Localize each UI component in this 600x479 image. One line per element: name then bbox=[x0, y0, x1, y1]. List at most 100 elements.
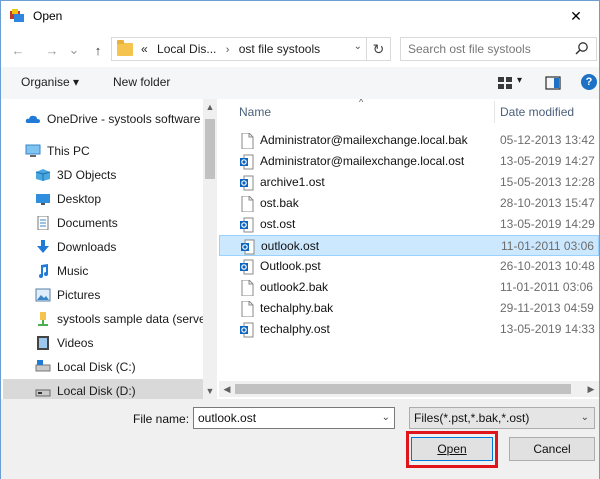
help-icon: ? bbox=[585, 76, 593, 88]
file-date-modified: 05-12-2013 13:42 bbox=[500, 133, 595, 147]
breadcrumb-separator-icon[interactable]: › bbox=[226, 44, 230, 56]
dialog-footer: File name: outlook.ost ⌄ Files(*.pst,*.b… bbox=[1, 399, 599, 479]
sidebar-item-label: Desktop bbox=[57, 192, 102, 206]
scroll-left-icon[interactable]: ◀ bbox=[219, 381, 235, 397]
breadcrumb-item[interactable]: Local Dis... bbox=[157, 42, 216, 56]
file-row[interactable]: Administrator@mailexchange.local.ost 13-0… bbox=[219, 151, 599, 172]
up-button[interactable]: ↑ bbox=[87, 39, 109, 61]
organise-menu-button[interactable]: Organise ▾ bbox=[21, 75, 79, 89]
sidebar-item-local-disk-c[interactable]: Local Disk (C:) bbox=[3, 355, 203, 379]
column-divider[interactable] bbox=[494, 101, 495, 123]
file-icon bbox=[241, 280, 254, 296]
sidebar-item-desktop[interactable]: Desktop bbox=[3, 187, 203, 211]
file-row[interactable]: techalphy.ost 13-05-2019 14:33 bbox=[219, 319, 599, 340]
forward-arrow-icon: → bbox=[45, 42, 59, 58]
download-icon bbox=[37, 240, 49, 253]
file-name-field[interactable]: outlook.ost ⌄ bbox=[193, 407, 395, 429]
preview-pane-icon[interactable] bbox=[545, 75, 561, 91]
outlook-file-icon bbox=[240, 217, 254, 233]
sidebar-item-music[interactable]: Music bbox=[3, 259, 203, 283]
file-type-value: Files(*.pst,*.bak,*.ost) bbox=[414, 411, 530, 425]
cube-icon bbox=[35, 169, 51, 181]
file-row[interactable]: ost.ost 13-05-2019 14:29 bbox=[219, 214, 599, 235]
sidebar-item-documents[interactable]: Documents bbox=[3, 211, 203, 235]
file-name: techalphy.bak bbox=[260, 301, 334, 315]
file-icon bbox=[241, 196, 254, 212]
sidebar-item-pictures[interactable]: Pictures bbox=[3, 283, 203, 307]
help-button[interactable]: ? bbox=[581, 74, 597, 90]
file-name: archive1.ost bbox=[260, 175, 325, 189]
address-bar[interactable]: « Local Dis... › ost file systools ⌄ ↻ bbox=[111, 37, 391, 61]
computer-icon bbox=[25, 144, 41, 157]
column-header-label: Name bbox=[239, 105, 272, 119]
sidebar-item-onedrive[interactable]: OneDrive - systools software bbox=[3, 107, 203, 131]
sidebar-item-label: systools sample data (serve bbox=[57, 312, 206, 326]
file-icon bbox=[241, 301, 254, 317]
breadcrumb-overflow[interactable]: « bbox=[141, 42, 148, 56]
column-header-name[interactable]: Name bbox=[239, 99, 493, 125]
file-list-horizontal-scrollbar[interactable]: ◀ ▶ bbox=[219, 381, 599, 397]
refresh-button[interactable]: ↻ bbox=[366, 38, 390, 60]
scroll-up-icon[interactable]: ▲ bbox=[203, 99, 217, 115]
outlook-file-icon bbox=[241, 239, 255, 255]
sidebar-item-label: Documents bbox=[57, 216, 118, 230]
forward-button[interactable]: → bbox=[41, 39, 63, 61]
search-input[interactable]: Search ost file systools bbox=[400, 37, 597, 61]
desktop-icon bbox=[36, 194, 50, 205]
file-name: Administrator@mailexchange.local.ost bbox=[260, 154, 465, 168]
sidebar-scrollbar-thumb[interactable] bbox=[205, 119, 215, 179]
documents-icon bbox=[37, 216, 49, 230]
sidebar-item-downloads[interactable]: Downloads bbox=[3, 235, 203, 259]
address-dropdown-icon[interactable]: ⌄ bbox=[354, 41, 362, 52]
outlook-file-icon bbox=[240, 175, 254, 191]
file-row[interactable]: archive1.ost 15-05-2013 12:28 bbox=[219, 172, 599, 193]
file-name: ost.bak bbox=[260, 196, 299, 210]
network-drive-icon bbox=[38, 312, 48, 326]
cloud-icon bbox=[25, 115, 40, 123]
cancel-button[interactable]: Cancel bbox=[509, 437, 595, 461]
file-row[interactable]: outlook.ost 11-01-2011 03:06 bbox=[219, 235, 599, 256]
chevron-down-icon[interactable]: ⌄ bbox=[382, 412, 390, 423]
music-icon bbox=[39, 264, 48, 278]
title-bar: Open ✕ bbox=[1, 1, 599, 31]
sidebar-item-label: Videos bbox=[57, 336, 94, 350]
horizontal-scrollbar-thumb[interactable] bbox=[235, 384, 571, 394]
breadcrumb-item[interactable]: ost file systools bbox=[239, 42, 320, 56]
file-date-modified: 26-10-2013 10:48 bbox=[500, 259, 595, 273]
view-options-dropdown-icon[interactable]: ▾ bbox=[517, 75, 522, 86]
open-button-highlight bbox=[406, 431, 498, 468]
sidebar-item-this-pc[interactable]: This PC bbox=[3, 139, 203, 163]
outlook-file-icon bbox=[240, 322, 254, 338]
file-row[interactable]: Outlook.pst 26-10-2013 10:48 bbox=[219, 256, 599, 277]
back-button[interactable]: ← bbox=[7, 39, 29, 61]
scroll-down-icon[interactable]: ▼ bbox=[203, 383, 217, 399]
scroll-right-icon[interactable]: ▶ bbox=[583, 381, 599, 397]
file-row[interactable]: techalphy.bak 29-11-2013 04:59 bbox=[219, 298, 599, 319]
sidebar-item-3d-objects[interactable]: 3D Objects bbox=[3, 163, 203, 187]
file-name: Outlook.pst bbox=[260, 259, 321, 273]
chevron-down-icon: ⌄ bbox=[68, 42, 80, 57]
file-row[interactable]: ost.bak 28-10-2013 15:47 bbox=[219, 193, 599, 214]
app-icon bbox=[10, 9, 24, 22]
sidebar-item-local-disk-d[interactable]: Local Disk (D:) bbox=[3, 379, 203, 399]
drive-icon bbox=[35, 360, 51, 372]
pictures-icon bbox=[35, 288, 51, 302]
up-arrow-icon: ↑ bbox=[94, 42, 102, 58]
column-header-label: Date modified bbox=[500, 105, 575, 119]
file-name-value: outlook.ost bbox=[198, 411, 257, 425]
new-folder-button[interactable]: New folder bbox=[113, 75, 170, 89]
sidebar-item-videos[interactable]: Videos bbox=[3, 331, 203, 355]
sidebar-item-systools-sample-data[interactable]: systools sample data (serve bbox=[3, 307, 206, 331]
folder-icon bbox=[117, 39, 133, 56]
file-type-select[interactable]: Files(*.pst,*.bak,*.ost) ⌄ bbox=[409, 407, 595, 429]
file-name: outlook2.bak bbox=[260, 280, 329, 294]
file-row[interactable]: outlook2.bak 11-01-2011 03:06 bbox=[219, 277, 599, 298]
recent-locations-button[interactable]: ⌄ bbox=[63, 39, 85, 61]
close-button[interactable]: ✕ bbox=[553, 1, 599, 31]
breadcrumb: « Local Dis... › ost file systools bbox=[141, 42, 320, 56]
column-header-date-modified[interactable]: Date modified bbox=[500, 99, 599, 125]
file-row[interactable]: Administrator@mailexchange.local.bak 05-1… bbox=[219, 130, 599, 151]
file-date-modified: 28-10-2013 15:47 bbox=[500, 196, 595, 210]
view-options-icon[interactable] bbox=[497, 75, 513, 91]
file-date-modified: 11-01-2011 03:06 bbox=[501, 239, 594, 253]
